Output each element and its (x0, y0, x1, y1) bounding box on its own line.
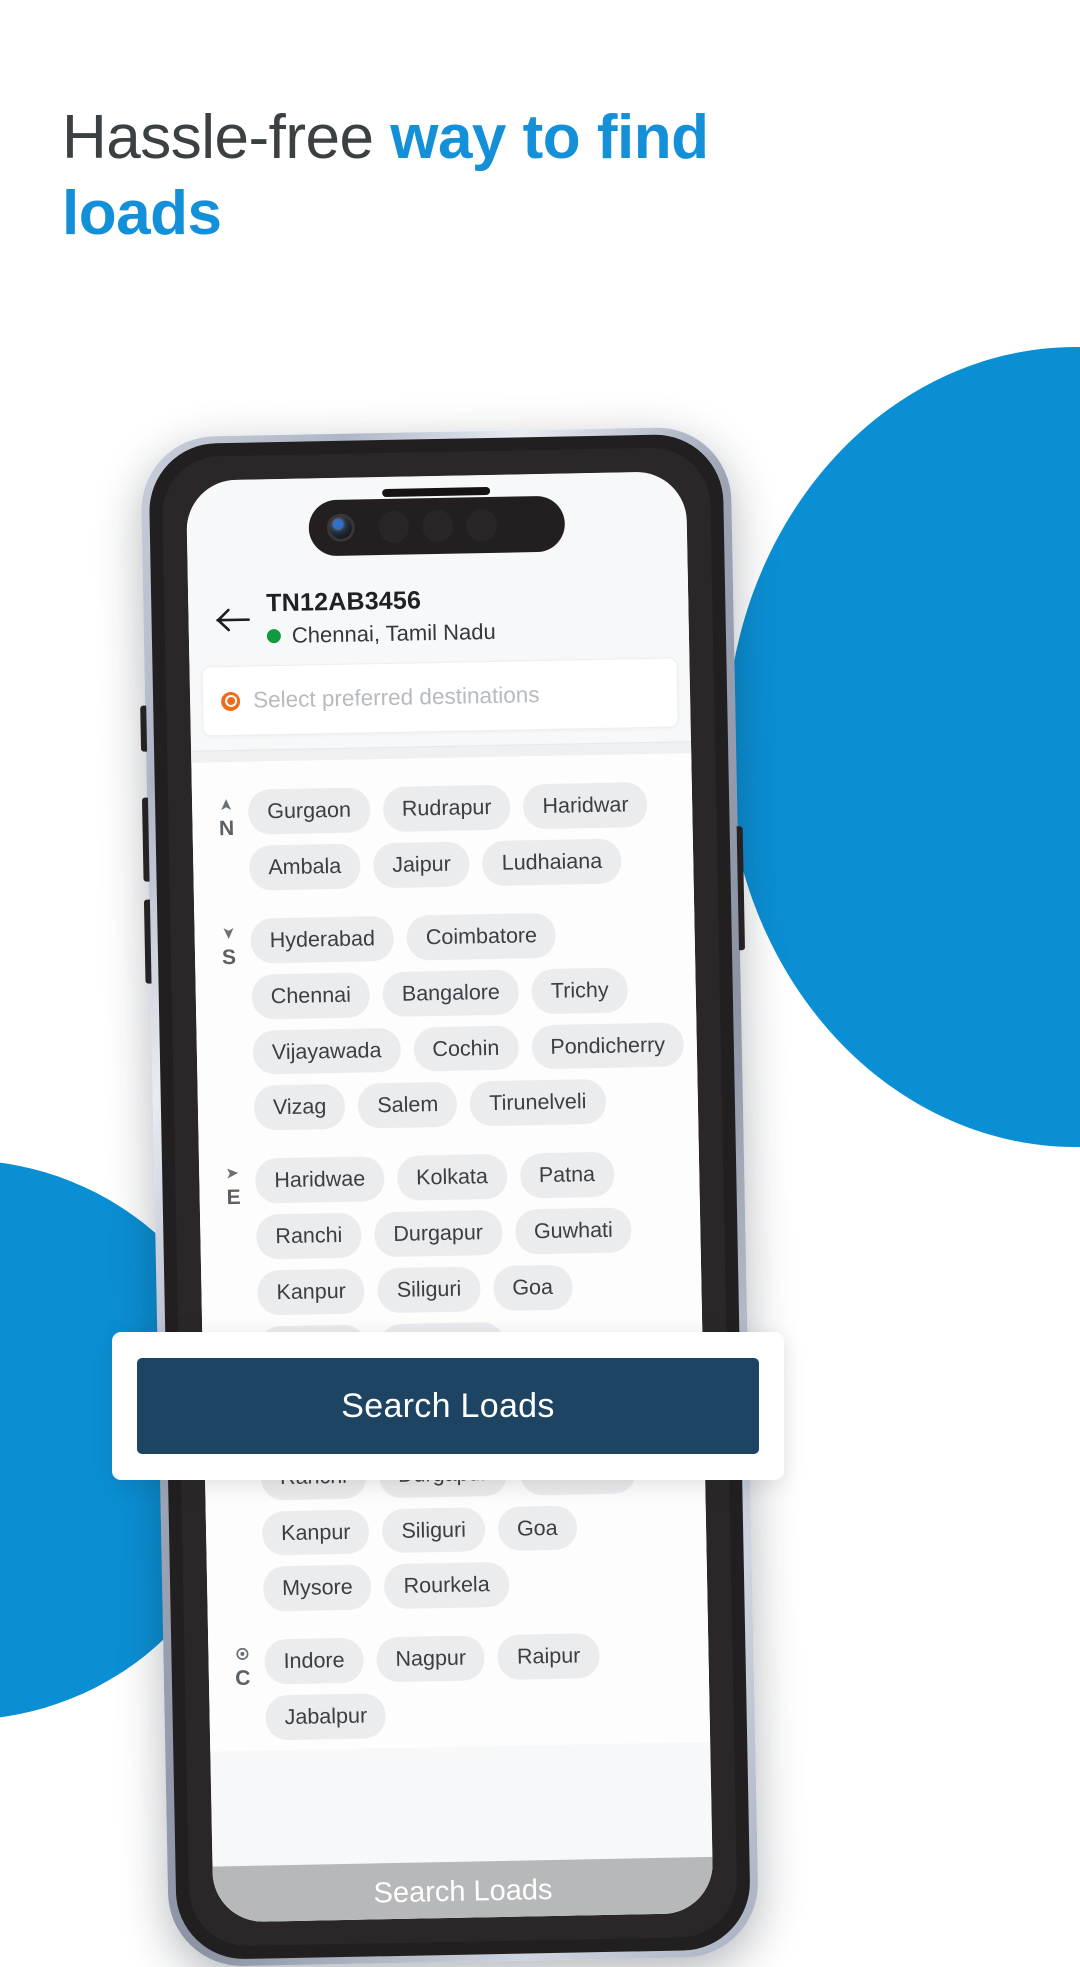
header-text-group: TN12AB3456 Chennai, Tamil Nadu (266, 585, 496, 649)
destination-chip[interactable]: Jaipur (372, 841, 471, 889)
search-section: Select preferred destinations (189, 657, 691, 751)
compass-center-dot-icon: C (220, 1638, 265, 1690)
destination-search-box[interactable]: Select preferred destinations (201, 657, 679, 737)
destination-chip[interactable]: Siliguri (382, 1506, 486, 1554)
destination-chip[interactable]: Coimbatore (406, 912, 557, 961)
search-loads-cta-card: Search Loads (112, 1332, 784, 1480)
chip-group-central: Indore Nagpur Raipur Jabalpur (264, 1629, 698, 1741)
destination-chip[interactable]: Guwhati (514, 1207, 633, 1255)
direction-section-south: S Hyderabad Coimbatore Chennai Bangalore… (194, 892, 699, 1142)
phone-mockup: TN12AB3456 Chennai, Tamil Nadu Select pr… (140, 426, 760, 1967)
destination-chip[interactable]: Vizag (253, 1084, 346, 1131)
destination-chip[interactable]: Kanpur (257, 1268, 366, 1316)
chip-group-south: Hyderabad Coimbatore Chennai Bangalore T… (250, 908, 686, 1131)
destination-chip[interactable]: Rudrapur (382, 784, 511, 832)
destination-chip[interactable]: Haridwae (254, 1156, 385, 1204)
destination-chip[interactable]: Cochin (412, 1025, 519, 1072)
proximity-sensor-icon (378, 510, 410, 544)
app-header: TN12AB3456 Chennai, Tamil Nadu (187, 567, 690, 667)
destination-chip[interactable]: Trichy (531, 967, 629, 1014)
destination-chip[interactable]: Ambala (248, 843, 361, 891)
search-pin-icon (220, 691, 241, 711)
notch-sensor-group (378, 508, 498, 544)
face-id-sensor-icon (466, 508, 498, 542)
destination-chip[interactable]: Siliguri (377, 1266, 481, 1314)
in-app-search-loads-button[interactable]: Search Loads (202, 1856, 714, 1923)
page-title: Hassle-free way to find loads (62, 100, 822, 251)
compass-south-arrow-icon: S (206, 916, 251, 969)
app-viewport: TN12AB3456 Chennai, Tamil Nadu Select pr… (185, 471, 714, 1923)
destination-chip[interactable]: Raipur (497, 1633, 600, 1681)
phone-bezel: TN12AB3456 Chennai, Tamil Nadu Select pr… (161, 446, 738, 1947)
compass-north-arrow-icon: N (204, 788, 249, 840)
phone-frame: TN12AB3456 Chennai, Tamil Nadu Select pr… (140, 426, 760, 1967)
phone-screen: TN12AB3456 Chennai, Tamil Nadu Select pr… (185, 471, 714, 1923)
ambient-light-sensor-icon (422, 509, 454, 543)
page-title-plain-part: Hassle-free (62, 103, 391, 172)
back-arrow-icon[interactable] (210, 596, 257, 643)
destination-chip[interactable]: Goa (492, 1264, 573, 1311)
vehicle-number: TN12AB3456 (265, 586, 422, 618)
destination-chip[interactable]: Patna (519, 1151, 615, 1199)
front-camera-icon (326, 513, 356, 543)
direction-letter-east: E (226, 1186, 241, 1210)
destination-chip[interactable]: Indore (264, 1637, 364, 1685)
destination-chip[interactable]: Ludhaiana (482, 838, 622, 886)
destination-chip[interactable]: Kanpur (261, 1508, 370, 1556)
destination-chip[interactable]: Pondicherry (530, 1021, 685, 1070)
direction-section-north: N Gurgaon Rudrapur Haridwar Ambala Jaipu… (191, 763, 693, 901)
destination-chip[interactable]: Ranchi (255, 1212, 362, 1260)
destination-chip[interactable]: Haridwar (523, 781, 648, 830)
direction-letter-north: N (218, 816, 235, 841)
destination-chip[interactable]: Hyderabad (250, 915, 395, 964)
destination-chip[interactable]: Rourkela (384, 1562, 510, 1610)
phone-volume-down-button[interactable] (143, 899, 152, 984)
destination-chip[interactable]: Nagpur (376, 1635, 486, 1683)
destination-chip[interactable]: Durgapur (373, 1209, 503, 1258)
destination-chip[interactable]: Mysore (262, 1564, 373, 1612)
direction-letter-south: S (221, 945, 237, 969)
destination-chip[interactable]: Chennai (251, 971, 371, 1020)
search-loads-button[interactable]: Search Loads (137, 1358, 759, 1454)
status-dot-icon (266, 628, 282, 644)
destination-chip[interactable]: Vijayawada (252, 1027, 401, 1075)
chip-group-north: Gurgaon Rudrapur Haridwar Ambala Jaipur … (247, 779, 682, 891)
search-input[interactable]: Select preferred destinations (253, 682, 540, 713)
phone-volume-up-button[interactable] (141, 797, 150, 882)
direction-section-central: C Indore Nagpur Raipur Jabalpur (208, 1613, 710, 1751)
current-location-label: Chennai, Tamil Nadu (291, 618, 496, 648)
destination-chip[interactable]: Jabalpur (265, 1693, 387, 1741)
phone-body: TN12AB3456 Chennai, Tamil Nadu Select pr… (148, 433, 752, 1961)
compass-east-arrow-icon: E (211, 1157, 256, 1209)
current-location-row: Chennai, Tamil Nadu (266, 618, 496, 649)
destination-chip[interactable]: Gurgaon (247, 787, 371, 835)
destination-chip[interactable]: Bangalore (382, 969, 520, 1017)
direction-sections: N Gurgaon Rudrapur Haridwar Ambala Jaipu… (191, 753, 711, 1752)
destination-chip[interactable]: Kolkata (396, 1154, 508, 1201)
destination-chip[interactable]: Goa (497, 1504, 578, 1552)
phone-notch (308, 486, 566, 557)
decorative-blue-circle-right (726, 347, 1080, 1147)
destination-chip[interactable]: Tirunelveli (469, 1079, 606, 1127)
direction-letter-central: C (235, 1667, 251, 1691)
destination-chip[interactable]: Salem (357, 1082, 458, 1129)
phone-mute-switch[interactable] (140, 705, 148, 752)
